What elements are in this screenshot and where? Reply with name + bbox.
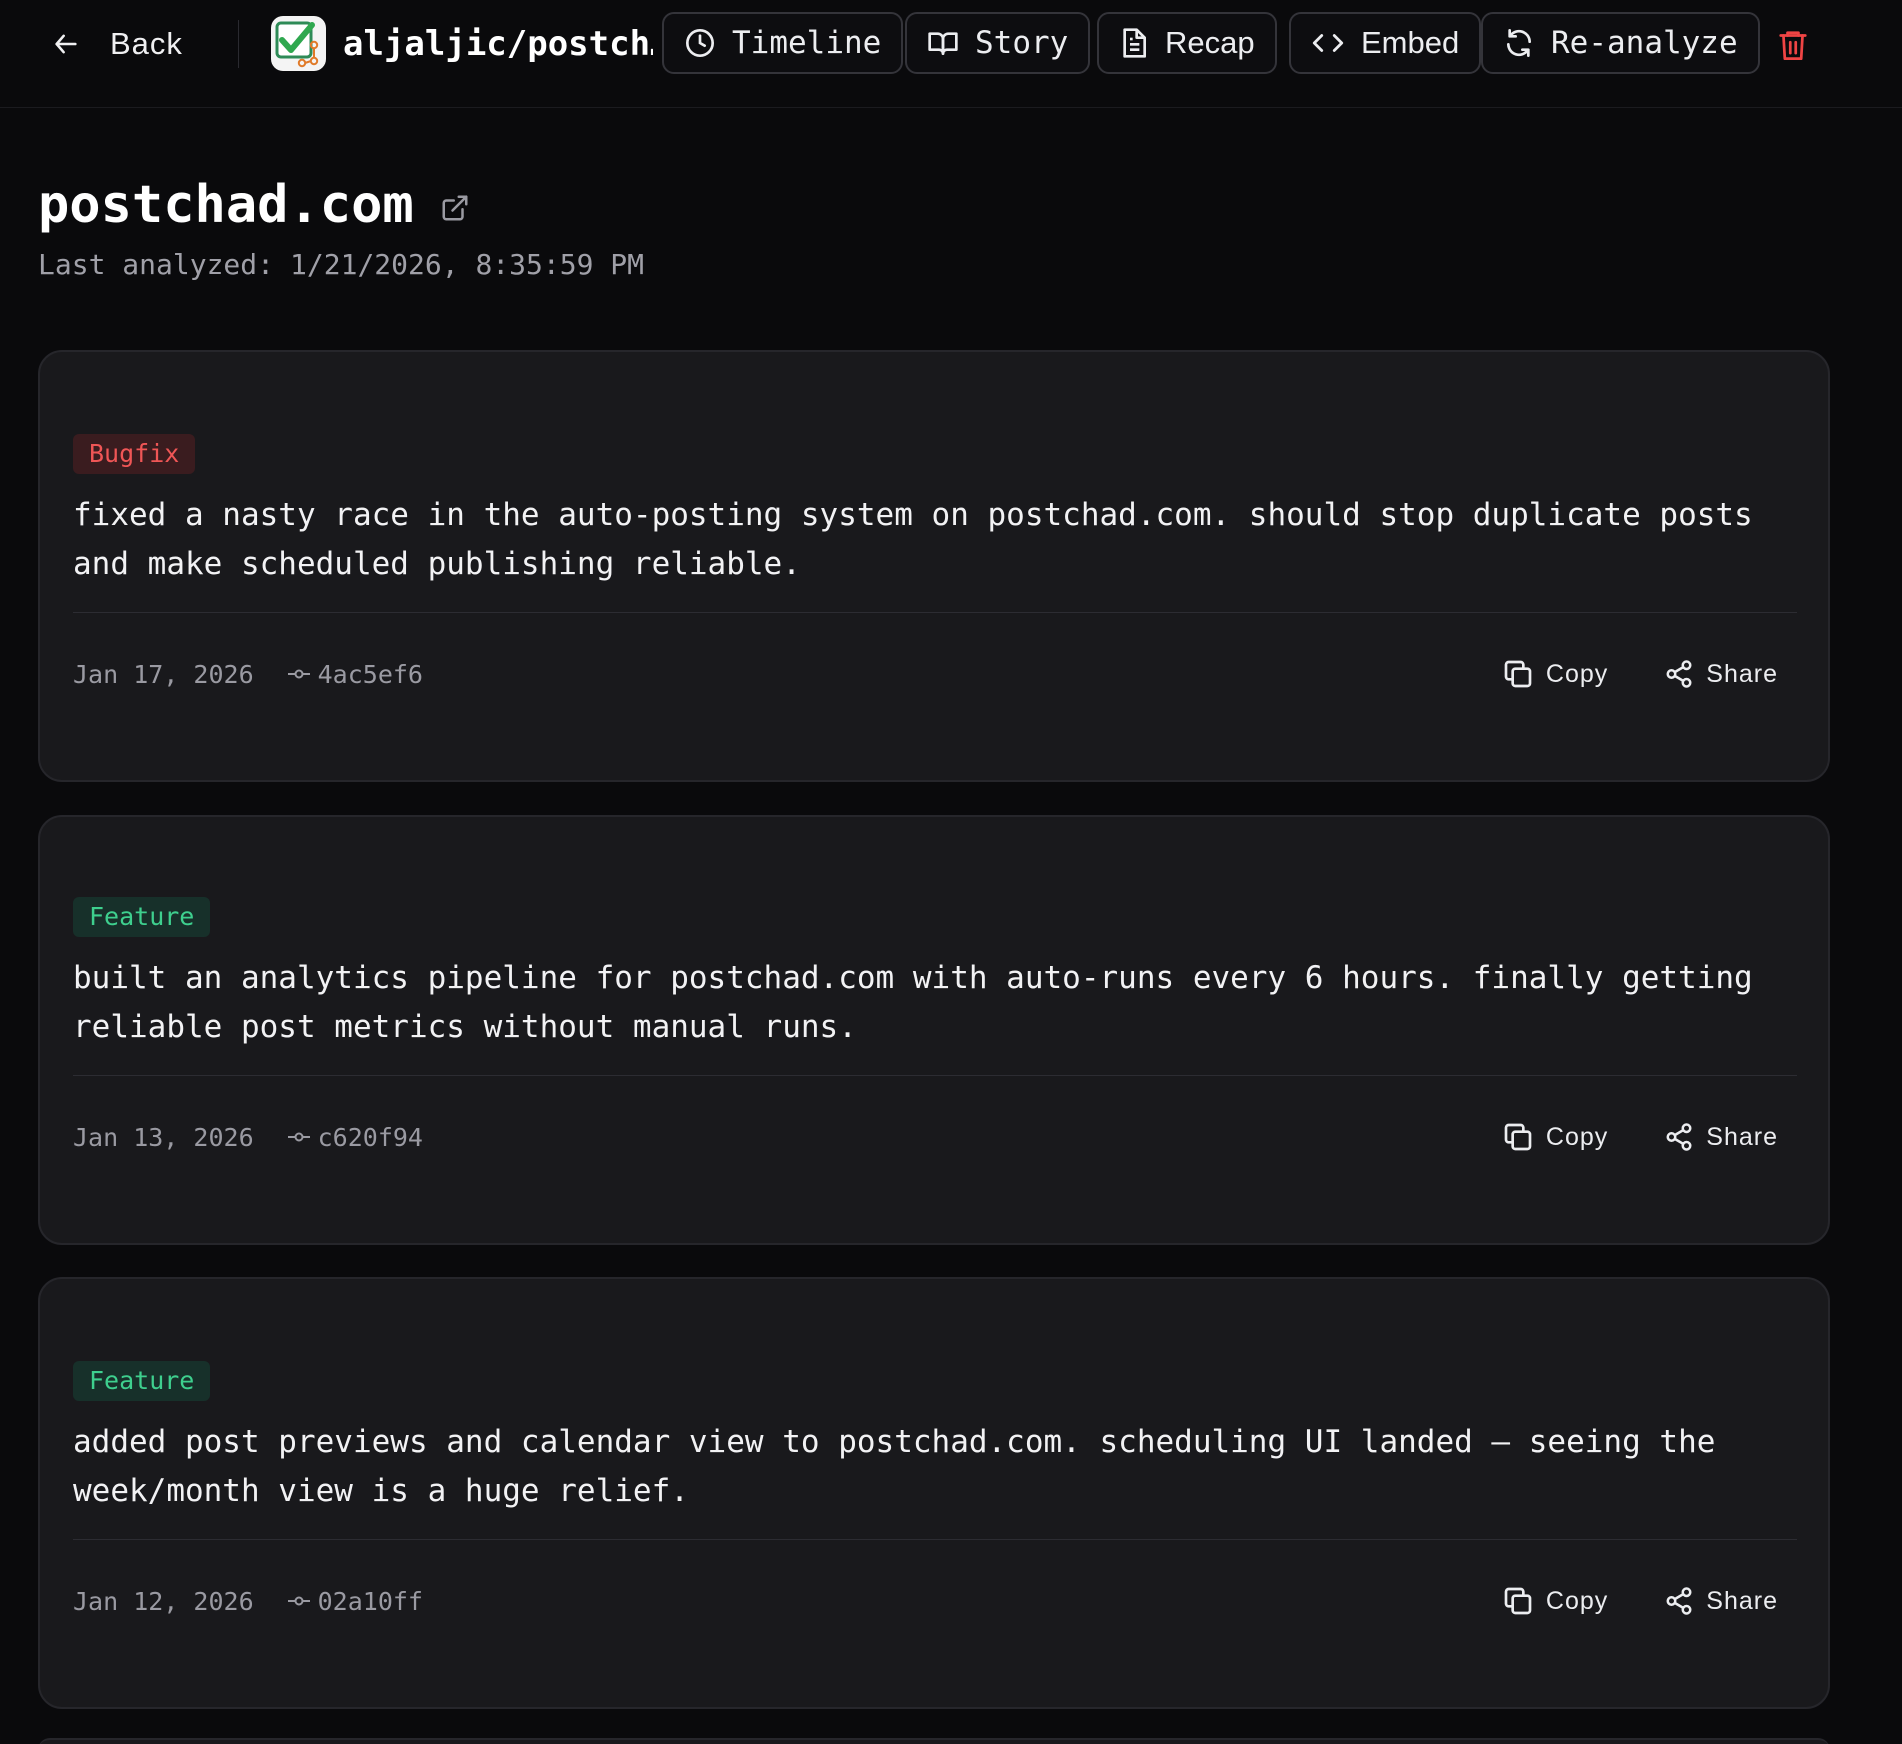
card-divider xyxy=(73,1075,1797,1076)
bugfix-badge: Bugfix xyxy=(73,434,196,474)
story-button[interactable]: Story xyxy=(905,12,1091,74)
entry-date: Jan 17, 2026 xyxy=(73,659,254,689)
commit-hash[interactable]: 02a10ff xyxy=(287,1586,423,1616)
last-analyzed-value: 1/21/2026, 8:35:59 PM xyxy=(290,248,645,281)
entry-meta: Jan 13, 2026 c620f94 xyxy=(73,1117,423,1157)
copy-label: Copy xyxy=(1545,1122,1609,1151)
back-label: Back xyxy=(110,26,183,61)
copy-icon xyxy=(1504,660,1532,688)
timeline-label: Timeline xyxy=(732,25,882,61)
share-label: Share xyxy=(1706,1586,1778,1615)
page-title: postchad.com xyxy=(38,175,414,235)
embed-label: Embed xyxy=(1361,25,1460,60)
commit-hash-text: c620f94 xyxy=(317,1122,423,1152)
entry-date: Jan 12, 2026 xyxy=(73,1586,254,1616)
recap-button[interactable]: Recap xyxy=(1097,12,1277,74)
story-label: Story xyxy=(975,25,1069,61)
entry-card: Feature built an analytics pipeline for … xyxy=(38,815,1830,1245)
copy-label: Copy xyxy=(1545,1586,1609,1615)
refresh-icon xyxy=(1507,29,1531,57)
copy-button[interactable]: Copy xyxy=(1502,1121,1608,1153)
commit-hash-text: 02a10ff xyxy=(317,1586,423,1616)
feature-badge: Feature xyxy=(73,897,211,937)
card-divider xyxy=(73,1539,1797,1540)
code-icon xyxy=(1312,34,1344,52)
entry-date: Jan 13, 2026 xyxy=(73,1122,254,1152)
commit-hash[interactable]: 4ac5ef6 xyxy=(287,659,423,689)
entry-actions: Copy Share xyxy=(1502,1117,1778,1157)
reanalyze-label: Re-analyze xyxy=(1551,25,1738,61)
embed-button[interactable]: Embed xyxy=(1289,12,1482,74)
document-icon xyxy=(1123,28,1146,58)
recap-label: Recap xyxy=(1165,25,1255,60)
share-button[interactable]: Share xyxy=(1664,1586,1778,1616)
back-button[interactable]: Back xyxy=(52,22,183,66)
feature-badge: Feature xyxy=(73,1361,211,1401)
share-icon xyxy=(1666,660,1692,688)
share-label: Share xyxy=(1706,659,1778,688)
entry-meta: Jan 12, 2026 02a10ff xyxy=(73,1581,423,1621)
last-analyzed: Last analyzed: 1/21/2026, 8:35:59 PM xyxy=(38,248,644,281)
entry-actions: Copy Share xyxy=(1502,1581,1778,1621)
top-bar: Back aljaljic/postch… Timeline Story Rec… xyxy=(0,0,1902,108)
last-analyzed-label: Last analyzed: xyxy=(38,248,275,281)
external-link-icon[interactable] xyxy=(440,193,470,223)
page-title-row: postchad.com xyxy=(38,172,470,238)
commit-hash-text: 4ac5ef6 xyxy=(317,659,423,689)
share-button[interactable]: Share xyxy=(1664,659,1778,689)
clock-icon xyxy=(686,29,714,57)
copy-button[interactable]: Copy xyxy=(1502,658,1608,690)
repo-name[interactable]: aljaljic/postch… xyxy=(343,22,653,66)
entry-card-partial xyxy=(38,1738,1830,1744)
entry-card: Feature added post previews and calendar… xyxy=(38,1277,1830,1709)
arrow-left-icon xyxy=(55,34,77,54)
timeline-button[interactable]: Timeline xyxy=(662,12,904,74)
copy-label: Copy xyxy=(1545,659,1609,688)
reanalyze-button[interactable]: Re-analyze xyxy=(1481,12,1760,74)
entry-meta: Jan 17, 2026 4ac5ef6 xyxy=(73,654,423,694)
commit-icon xyxy=(287,669,310,679)
commit-icon xyxy=(287,1596,310,1606)
share-icon xyxy=(1666,1587,1692,1615)
entry-card: Bugfix fixed a nasty race in the auto-po… xyxy=(38,350,1830,782)
commit-icon xyxy=(287,1132,310,1142)
book-icon xyxy=(928,32,958,55)
entry-text: added post previews and calendar view to… xyxy=(73,1424,1716,1509)
repo-logo xyxy=(270,15,327,72)
divider xyxy=(238,20,239,68)
card-divider xyxy=(73,612,1797,613)
share-button[interactable]: Share xyxy=(1664,1122,1778,1152)
entry-text: fixed a nasty race in the auto-posting s… xyxy=(73,497,1753,582)
copy-button[interactable]: Copy xyxy=(1502,1585,1608,1617)
share-label: Share xyxy=(1706,1122,1778,1151)
copy-icon xyxy=(1504,1587,1532,1615)
trash-icon xyxy=(1779,31,1807,60)
share-icon xyxy=(1666,1123,1692,1151)
copy-icon xyxy=(1504,1123,1532,1151)
entry-actions: Copy Share xyxy=(1502,654,1778,694)
entry-text: built an analytics pipeline for postchad… xyxy=(73,960,1753,1045)
delete-button[interactable] xyxy=(1778,26,1814,64)
commit-hash[interactable]: c620f94 xyxy=(287,1122,423,1152)
